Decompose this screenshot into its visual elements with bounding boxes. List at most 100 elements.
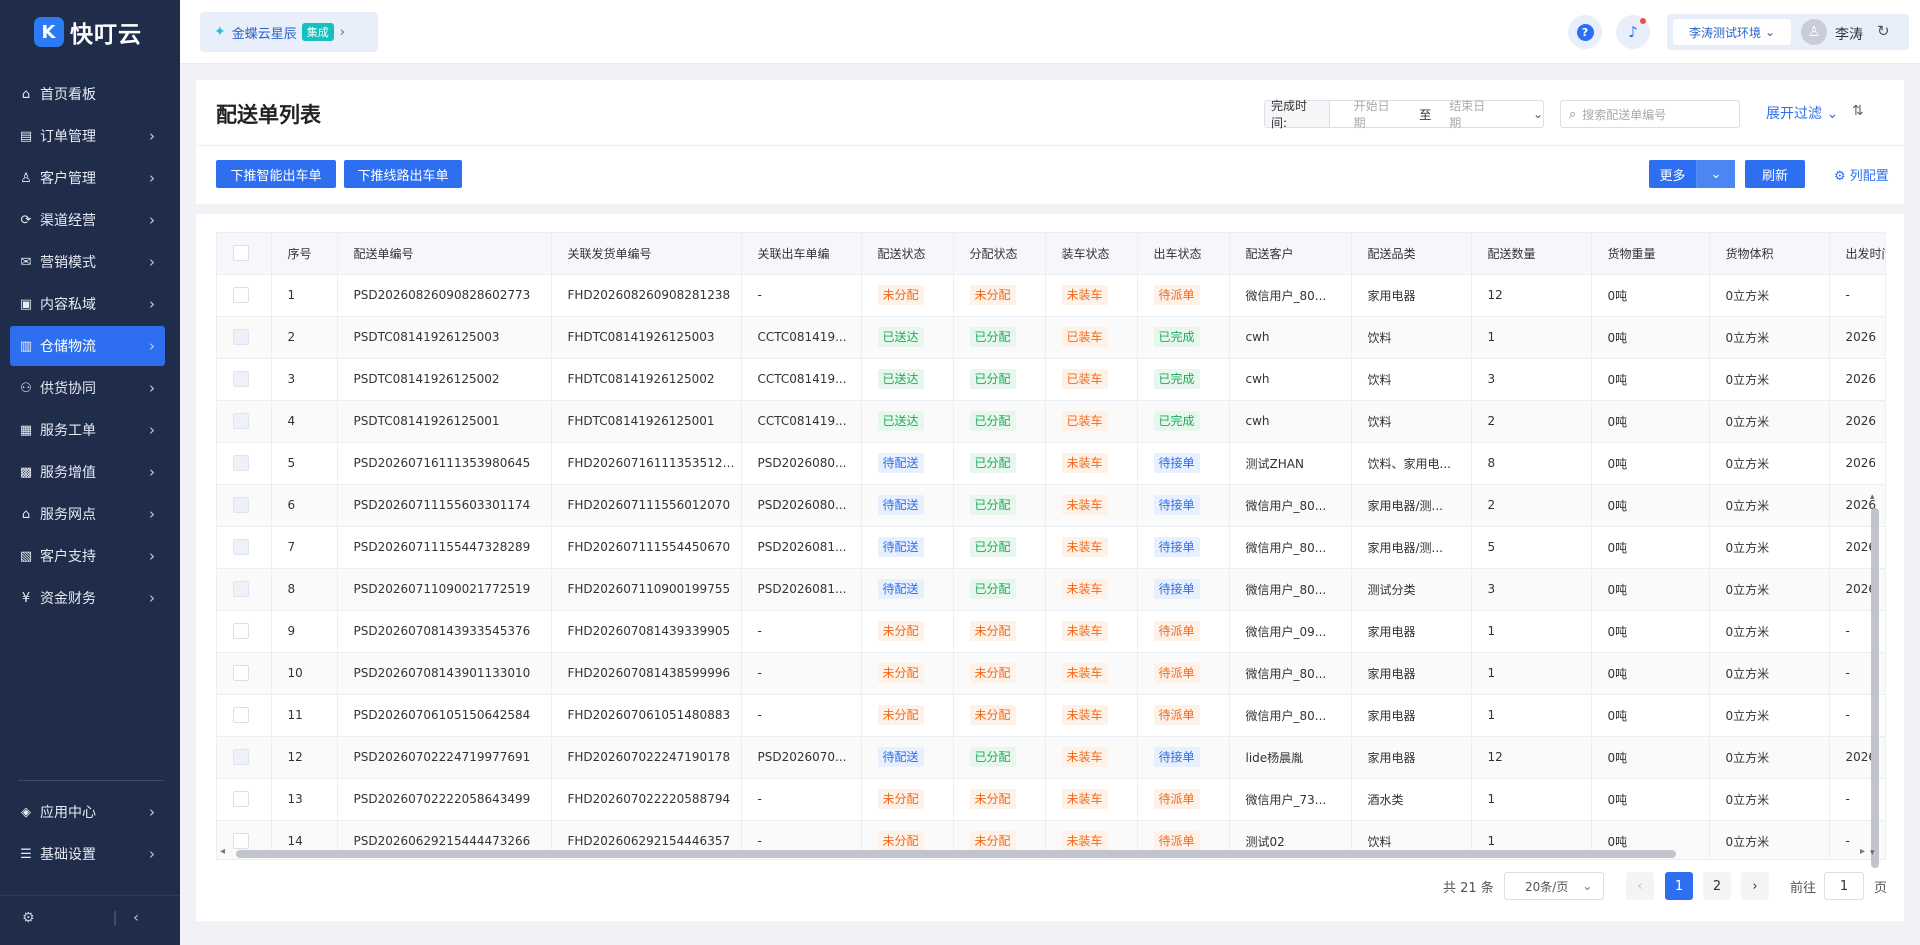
delivery-order-number[interactable]: PSD20260702222058643499 [337,778,552,821]
dispatch-order-number[interactable]: CCTC081419... [741,358,862,401]
shipment-order-number[interactable]: FHD202607081439339905 [551,610,742,653]
table-row[interactable]: 13 PSD20260702222058643499 FHD202607022220… [217,778,1885,821]
sidebar-item-5[interactable]: ▣ 内容私域 › [10,284,165,324]
sidebar-item-4[interactable]: ✉ 营销模式 › [10,242,165,282]
shipment-order-number[interactable]: FHDTC08141926125002 [551,358,742,401]
delivery-order-number[interactable]: PSD20260711155603301174 [337,484,552,527]
shipment-order-number[interactable]: FHDTC08141926125001 [551,400,742,443]
sidebar-item-0[interactable]: ⌂ 首页看板 [10,74,165,114]
table-row[interactable]: 5 PSD20260716111353980645 FHD2026071611135… [217,442,1885,485]
page-2-button[interactable]: 2 [1703,872,1731,900]
table-row[interactable]: 10 PSD20260708143901133010 FHD202607081438… [217,652,1885,695]
push-smart-dispatch-button[interactable]: 下推智能出车单 [216,160,336,188]
column-header[interactable]: 序号 [271,233,338,275]
column-header[interactable]: 配送单编号 [337,233,552,275]
sidebar-settings-icon[interactable]: ⚙ [22,910,35,926]
dispatch-order-number[interactable]: - [741,694,862,737]
row-checkbox[interactable] [233,287,249,303]
goto-page-input[interactable]: 1 [1824,872,1864,900]
shipment-order-number[interactable]: FHDTC08141926125003 [551,316,742,359]
column-header[interactable]: 配送客户 [1229,233,1352,275]
avatar[interactable]: ♙ [1801,19,1827,45]
dispatch-order-number[interactable]: PSD2026070... [741,736,862,779]
environment-select[interactable]: 李涛测试环境 ⌄ [1673,19,1791,45]
delivery-order-number[interactable]: PSD20260711090021772519 [337,568,552,611]
page-size-select[interactable]: 20条/页 ⌄ [1504,872,1604,900]
delivery-order-number[interactable]: PSDTC08141926125003 [337,316,552,359]
delivery-order-number[interactable]: PSD20260708143901133010 [337,652,552,695]
table-row[interactable]: 2 PSDTC08141926125003 FHDTC08141926125003 C… [217,316,1885,359]
scroll-down-arrow-icon[interactable]: ▾ [1870,848,1875,858]
column-header[interactable]: 装车状态 [1045,233,1138,275]
collapse-sidebar-icon[interactable]: ‹ [133,910,139,926]
row-checkbox[interactable] [233,707,249,723]
switch-refresh-icon[interactable]: ↻ [1877,22,1890,40]
column-header[interactable]: 关联发货单编号 [551,233,742,275]
shipment-order-number[interactable]: FHD202607061051480883 [551,694,742,737]
sort-icon[interactable]: ⇅ [1852,103,1864,119]
shipment-order-number[interactable]: FHD202607022247190178 [551,736,742,779]
table-row[interactable]: 8 PSD20260711090021772519 FHD2026071109001… [217,568,1885,611]
column-header[interactable]: 配送状态 [861,233,954,275]
sidebar-item-6[interactable]: ▥ 仓储物流 › [10,326,165,366]
help-button[interactable]: ? [1568,15,1602,49]
shipment-order-number[interactable]: FHD20260716111353512008 [551,442,742,485]
column-header[interactable]: 出发时间 [1829,233,1885,275]
push-route-dispatch-button[interactable]: 下推线路出车单 [344,160,462,188]
brand-logo[interactable]: K 快叮云 [0,0,180,64]
shipment-order-number[interactable]: FHD202607111554450670 [551,526,742,569]
dispatch-order-number[interactable]: - [741,652,862,695]
delivery-order-number[interactable]: PSD20260716111353980645 [337,442,552,485]
notification-button[interactable]: ♪ [1616,15,1650,49]
sidebar-item-0[interactable]: ◈ 应用中心 › [10,792,165,832]
column-header[interactable]: 货物重量 [1591,233,1710,275]
dispatch-order-number[interactable]: - [741,778,862,821]
row-checkbox[interactable] [233,623,249,639]
table-row[interactable]: 7 PSD20260711155447328289 FHD2026071115544… [217,526,1885,569]
sidebar-item-1[interactable]: ☰ 基础设置 › [10,834,165,874]
vertical-scrollbar[interactable] [1871,508,1879,868]
table-row[interactable]: 6 PSD20260711155603301174 FHD2026071115560… [217,484,1885,527]
user-name[interactable]: 李涛 [1835,24,1863,44]
dispatch-order-number[interactable]: - [741,610,862,653]
table-row[interactable]: 12 PSD20260702224719977691 FHD202607022247… [217,736,1885,779]
sidebar-item-8[interactable]: ▦ 服务工单 › [10,410,165,450]
app-switcher[interactable]: ✦ 金蝶云星辰 集成 › [200,12,378,52]
delivery-order-number[interactable]: PSD20260826090828602773 [337,274,552,317]
expand-filter-link[interactable]: 展开过滤 ⌄ [1766,103,1838,123]
sidebar-item-2[interactable]: ♙ 客户管理 › [10,158,165,198]
horizontal-scrollbar[interactable] [236,850,1676,858]
sidebar-item-11[interactable]: ▧ 客户支持 › [10,536,165,576]
dispatch-order-number[interactable]: PSD2026081... [741,568,862,611]
scroll-up-arrow-icon[interactable]: ▴ [1870,492,1875,502]
scroll-left-arrow-icon[interactable]: ◂ [220,846,225,857]
completion-date-range[interactable]: 完成时间: 开始日期 至 结束日期 ⌄ [1264,97,1544,131]
sidebar-item-9[interactable]: ▩ 服务增值 › [10,452,165,492]
column-header[interactable]: 分配状态 [953,233,1046,275]
more-button[interactable]: 更多 [1649,160,1697,188]
page-1-button[interactable]: 1 [1665,872,1693,900]
row-checkbox[interactable] [233,665,249,681]
sidebar-item-7[interactable]: ⚇ 供货协同 › [10,368,165,408]
search-input[interactable]: ⌕ 搜索配送单编号 [1560,100,1740,128]
table-row[interactable]: 9 PSD20260708143933545376 FHD2026070814393… [217,610,1885,653]
sidebar-item-12[interactable]: ¥ 资金财务 › [10,578,165,618]
delivery-order-number[interactable]: PSDTC08141926125001 [337,400,552,443]
column-header[interactable]: 关联出车单编 [741,233,862,275]
sidebar-item-10[interactable]: ⌂ 服务网点 › [10,494,165,534]
select-all-checkbox[interactable] [233,245,249,262]
dispatch-order-number[interactable]: CCTC081419... [741,400,862,443]
dispatch-order-number[interactable]: - [741,274,862,317]
start-date-input[interactable]: 开始日期 [1354,97,1402,131]
table-row[interactable]: 3 PSDTC08141926125002 FHDTC08141926125002 C… [217,358,1885,401]
row-checkbox[interactable] [233,791,249,807]
shipment-order-number[interactable]: FHD202608260908281238 [551,274,742,317]
more-dropdown-icon[interactable]: ⌄ [1697,160,1735,188]
sidebar-item-3[interactable]: ⟳ 渠道经营 › [10,200,165,240]
delivery-order-number[interactable]: PSD20260711155447328289 [337,526,552,569]
dispatch-order-number[interactable]: PSD2026081... [741,526,862,569]
column-header[interactable]: 货物体积 [1709,233,1830,275]
shipment-order-number[interactable]: FHD202607081438599996 [551,652,742,695]
column-header[interactable]: 配送品类 [1351,233,1472,275]
dispatch-order-number[interactable]: PSD2026080... [741,484,862,527]
